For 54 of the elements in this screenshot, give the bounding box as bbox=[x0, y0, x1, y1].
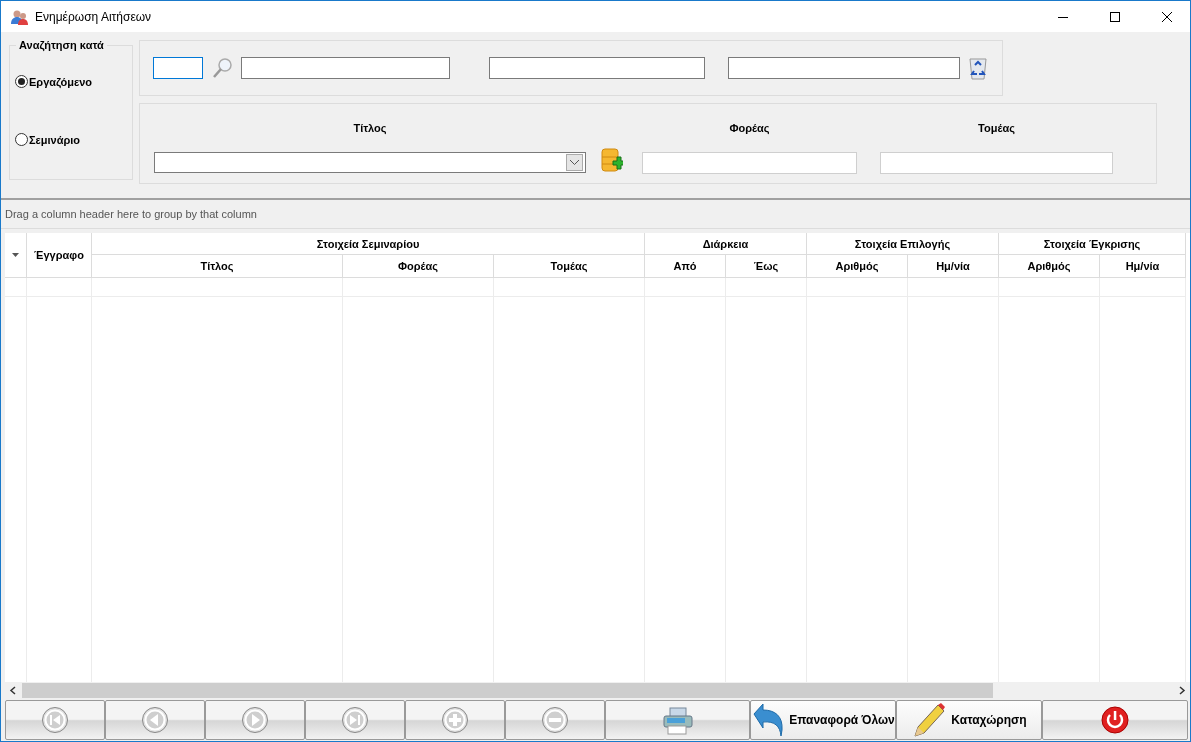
radio-option[interactable]: Σεμινάριο bbox=[15, 133, 132, 146]
skip-first-icon bbox=[41, 706, 69, 734]
radio-option[interactable]: Εργαζόμενο bbox=[15, 75, 132, 88]
band-header: Διάρκεια bbox=[645, 233, 807, 255]
last-button[interactable] bbox=[305, 700, 405, 740]
print-button[interactable] bbox=[605, 700, 750, 740]
text-field[interactable] bbox=[728, 57, 960, 79]
next-button[interactable] bbox=[205, 700, 305, 740]
window-title: Ενημέρωση Αιτήσεων bbox=[35, 9, 153, 24]
group-label: Αναζήτηση κατά bbox=[16, 39, 107, 51]
text-field[interactable] bbox=[489, 57, 705, 79]
field-label: Τομέας bbox=[977, 122, 1016, 136]
reset-button[interactable]: Επαναφορά Όλων bbox=[750, 700, 896, 740]
close-icon bbox=[1162, 11, 1172, 22]
maximize-icon bbox=[1110, 11, 1120, 22]
plus-icon bbox=[441, 706, 469, 734]
chevron-down-icon bbox=[570, 159, 579, 165]
power-button[interactable] bbox=[1042, 700, 1188, 740]
column-header[interactable]: Τίτλος bbox=[92, 255, 343, 278]
group-hint: Drag a column header here to group by that column bbox=[5, 208, 257, 220]
field-label: Τίτλος bbox=[352, 122, 388, 136]
next-icon bbox=[241, 706, 269, 734]
column-header[interactable]: Αριθμός bbox=[807, 255, 908, 278]
recycle-bin-icon[interactable] bbox=[968, 56, 988, 80]
power-icon bbox=[1101, 706, 1129, 734]
code-field[interactable] bbox=[153, 57, 203, 79]
database-add-icon[interactable] bbox=[601, 147, 623, 174]
add-button[interactable] bbox=[405, 700, 505, 740]
text-field[interactable] bbox=[241, 57, 450, 79]
column-header[interactable]: Έως bbox=[726, 255, 807, 278]
band-header: Στοιχεία Επιλογής bbox=[807, 233, 999, 255]
column-header[interactable]: Από bbox=[645, 255, 726, 278]
column-header[interactable]: Τομέας bbox=[494, 255, 645, 278]
column-header[interactable]: Ημ/νία bbox=[908, 255, 999, 278]
band-header: Στοιχεία Έγκρισης bbox=[999, 233, 1186, 255]
column-header[interactable]: Αριθμός bbox=[999, 255, 1100, 278]
printer-icon bbox=[660, 705, 695, 735]
undo-arrow-icon bbox=[751, 702, 786, 738]
prev-button[interactable] bbox=[105, 700, 205, 740]
search-icon[interactable] bbox=[212, 57, 234, 79]
save-button[interactable]: Καταχώρηση bbox=[896, 700, 1042, 740]
dropdown-arrow-icon[interactable] bbox=[12, 253, 19, 257]
pencil-icon bbox=[911, 702, 948, 738]
remove-button[interactable] bbox=[505, 700, 605, 740]
column-header[interactable]: Ημ/νία bbox=[1100, 255, 1186, 278]
title-dropdown[interactable] bbox=[154, 151, 586, 173]
users-icon bbox=[11, 8, 29, 25]
field-label: Φορέας bbox=[728, 122, 771, 136]
previous-icon bbox=[141, 706, 169, 734]
skip-last-icon bbox=[341, 706, 369, 734]
band-header: Στοιχεία Σεμιναρίου bbox=[92, 233, 645, 255]
column-header[interactable]: Φορέας bbox=[343, 255, 494, 278]
minus-icon bbox=[541, 706, 569, 734]
column-header[interactable]: Έγγραφο bbox=[27, 233, 92, 278]
